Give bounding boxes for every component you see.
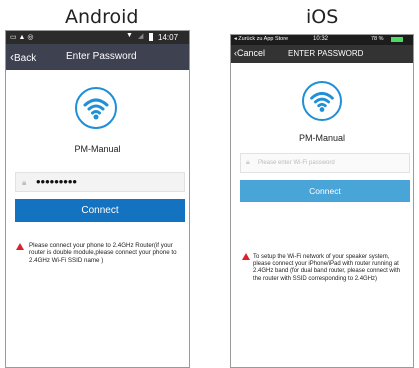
back-label: Back bbox=[14, 53, 37, 64]
ios-page-title: ENTER PASSWORD bbox=[288, 49, 364, 58]
android-nav-bar: ‹Back Enter Password bbox=[6, 44, 189, 70]
ios-nav-bar: ‹Cancel ENTER PASSWORD bbox=[231, 45, 413, 63]
cell-signal-icon: ◢ bbox=[138, 33, 144, 40]
cancel-button[interactable]: ‹Cancel bbox=[234, 48, 265, 58]
warning-icon bbox=[16, 243, 24, 250]
password-placeholder: Please enter Wi-Fi password bbox=[258, 160, 335, 166]
password-value: ••••••••• bbox=[36, 174, 77, 189]
android-connect-button[interactable]: Connect bbox=[15, 199, 185, 222]
android-app-name: PM-Manual bbox=[74, 144, 121, 154]
cancel-label: Cancel bbox=[237, 48, 266, 58]
warning-icon bbox=[242, 253, 250, 260]
lock-icon: 🔒︎ bbox=[22, 178, 27, 187]
battery-icon bbox=[149, 33, 153, 41]
lock-icon: 🔒︎ bbox=[246, 159, 250, 166]
android-status-bar: ▭ ▲ ◎ ▼ ◢ 14:07 bbox=[6, 31, 189, 44]
android-page-title: Enter Password bbox=[66, 51, 137, 62]
android-password-field[interactable]: 🔒︎ ••••••••• bbox=[15, 172, 185, 192]
back-to-app-store-link[interactable]: ◂ Zurück zu App Store bbox=[234, 36, 288, 42]
wifi-icon bbox=[302, 81, 342, 121]
ios-status-time: 10:32 bbox=[313, 36, 329, 42]
ios-connect-button[interactable]: Connect bbox=[240, 180, 410, 202]
ios-heading: iOS bbox=[306, 6, 339, 28]
android-heading: Android bbox=[65, 6, 139, 28]
ios-screen: ◂ Zurück zu App Store 10:32 78 % ‹Cancel… bbox=[230, 34, 414, 368]
ios-status-bar: ◂ Zurück zu App Store 10:32 78 % bbox=[231, 35, 413, 45]
battery-icon bbox=[391, 37, 403, 42]
wifi-icon bbox=[75, 87, 117, 129]
notification-icons: ▭ ▲ ◎ bbox=[10, 34, 34, 41]
ios-warning-text: To setup the Wi-Fi network of your speak… bbox=[253, 254, 401, 282]
ios-password-field[interactable]: 🔒︎ Please enter Wi-Fi password bbox=[240, 153, 410, 173]
android-warning-text: Please connect your phone to 2.4GHz Rout… bbox=[29, 242, 177, 264]
back-button[interactable]: ‹Back bbox=[10, 50, 36, 64]
ios-app-name: PM-Manual bbox=[298, 133, 345, 143]
android-screen: ▭ ▲ ◎ ▼ ◢ 14:07 ‹Back Enter Password PM-… bbox=[5, 30, 190, 368]
wifi-signal-icon: ▼ bbox=[126, 32, 133, 39]
ios-battery-percent: 78 % bbox=[371, 36, 384, 42]
android-status-time: 14:07 bbox=[158, 33, 179, 42]
